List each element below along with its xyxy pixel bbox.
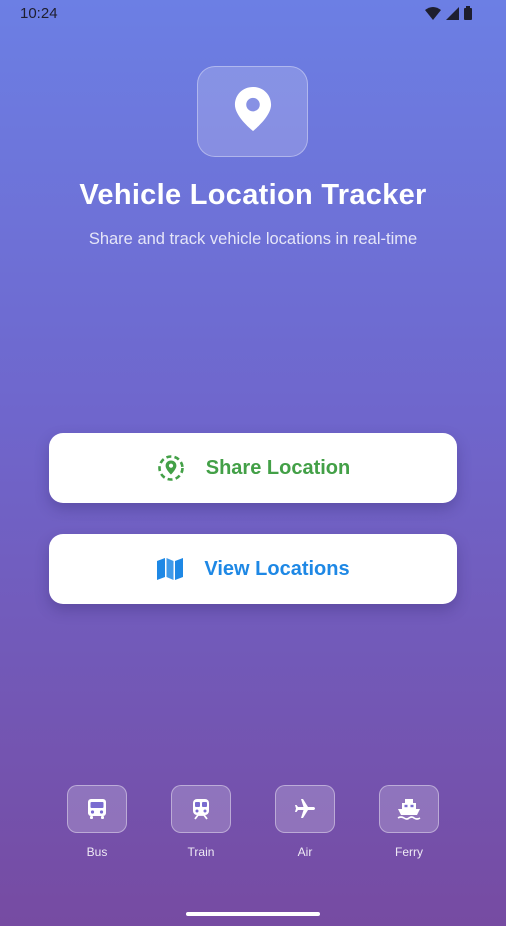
train-icon [171, 785, 231, 833]
vehicle-bus[interactable]: Bus [66, 785, 128, 859]
vehicle-label: Train [187, 845, 215, 859]
battery-icon [464, 6, 472, 20]
wifi-icon [425, 6, 441, 20]
vehicle-train[interactable]: Train [170, 785, 232, 859]
airplane-icon [275, 785, 335, 833]
vehicle-air[interactable]: Air [274, 785, 336, 859]
share-location-label: Share Location [205, 456, 351, 479]
ferry-icon [379, 785, 439, 833]
share-location-icon [156, 455, 186, 481]
status-icons [425, 6, 472, 20]
vehicle-types: Bus Train Air Ferry [0, 785, 506, 865]
view-locations-label: View Locations [204, 557, 350, 580]
vehicle-ferry[interactable]: Ferry [378, 785, 440, 859]
app-logo [197, 66, 308, 157]
page-subtitle: Share and track vehicle locations in rea… [88, 230, 418, 248]
map-icon [156, 557, 184, 581]
status-time: 10:24 [20, 4, 58, 22]
vehicle-label: Ferry [395, 845, 423, 859]
share-location-button[interactable]: Share Location [49, 433, 457, 503]
vehicle-label: Bus [86, 845, 108, 859]
signal-icon [446, 6, 459, 20]
page-title: Vehicle Location Tracker [79, 179, 427, 211]
vehicle-label: Air [297, 845, 313, 859]
bus-icon [67, 785, 127, 833]
status-bar: 10:24 [0, 0, 506, 26]
app-screen: 10:24 Vehicle Location Tracker Share and… [0, 0, 506, 926]
view-locations-button[interactable]: View Locations [49, 534, 457, 604]
location-pin-icon [234, 87, 272, 136]
home-indicator[interactable] [186, 912, 320, 916]
